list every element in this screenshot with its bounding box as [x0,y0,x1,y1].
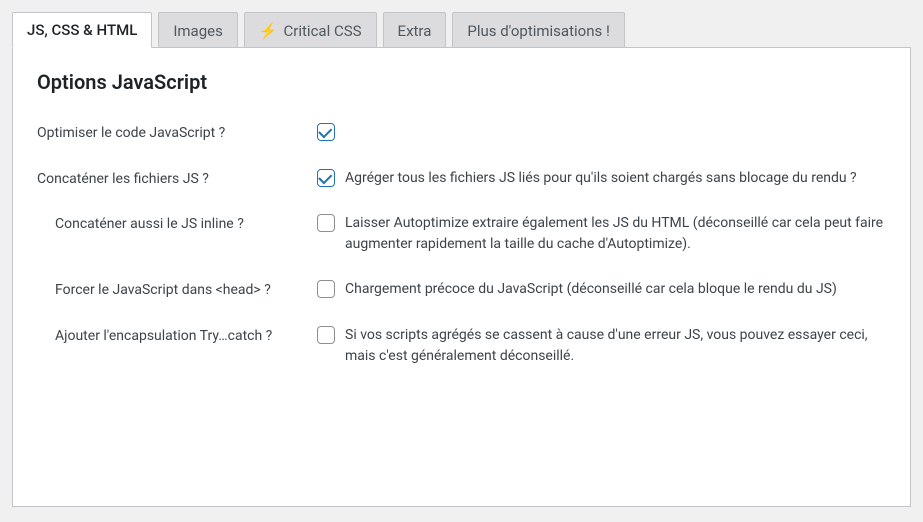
tab-critical-css[interactable]: ⚡ Critical CSS [244,12,377,48]
bolt-icon: ⚡ [259,22,278,40]
checkbox-trycatch[interactable] [317,326,335,344]
desc-force-head: Chargement précoce du JavaScript (décons… [345,279,886,300]
desc-concat-inline: Laisser Autoptimize extraire également l… [345,213,886,255]
desc-concat-js: Agréger tous les fichiers JS liés pour q… [345,168,886,189]
label-concat-js: Concaténer les fichiers JS ? [37,168,317,190]
label-concat-inline: Concaténer aussi le JS inline ? [37,213,317,235]
tab-more-optim[interactable]: Plus d'optimisations ! [452,12,624,48]
tab-js-css-html[interactable]: JS, CSS & HTML [12,12,152,48]
checkbox-force-head[interactable] [317,280,335,298]
checkbox-concat-inline[interactable] [317,214,335,232]
tab-images[interactable]: Images [158,12,238,48]
row-trycatch: Ajouter l'encapsulation Try…catch ? Si v… [37,325,886,367]
row-force-head: Forcer le JavaScript dans <head> ? Charg… [37,279,886,301]
desc-trycatch: Si vos scripts agrégés se cassent à caus… [345,325,886,367]
label-force-head: Forcer le JavaScript dans <head> ? [37,279,317,301]
row-optimize-js: Optimiser le code JavaScript ? [37,122,886,144]
label-trycatch: Ajouter l'encapsulation Try…catch ? [37,325,317,347]
label-optimize-js: Optimiser le code JavaScript ? [37,122,317,144]
tab-critical-css-label: Critical CSS [284,22,362,40]
settings-panel: Options JavaScript Optimiser le code Jav… [12,47,911,507]
checkbox-optimize-js[interactable] [317,123,335,141]
section-heading: Options JavaScript [37,70,886,94]
row-concat-inline: Concaténer aussi le JS inline ? Laisser … [37,213,886,255]
tab-bar: JS, CSS & HTML Images ⚡ Critical CSS Ext… [0,0,923,48]
checkbox-concat-js[interactable] [317,169,335,187]
row-concat-js: Concaténer les fichiers JS ? Agréger tou… [37,168,886,190]
tab-extra[interactable]: Extra [383,12,447,48]
